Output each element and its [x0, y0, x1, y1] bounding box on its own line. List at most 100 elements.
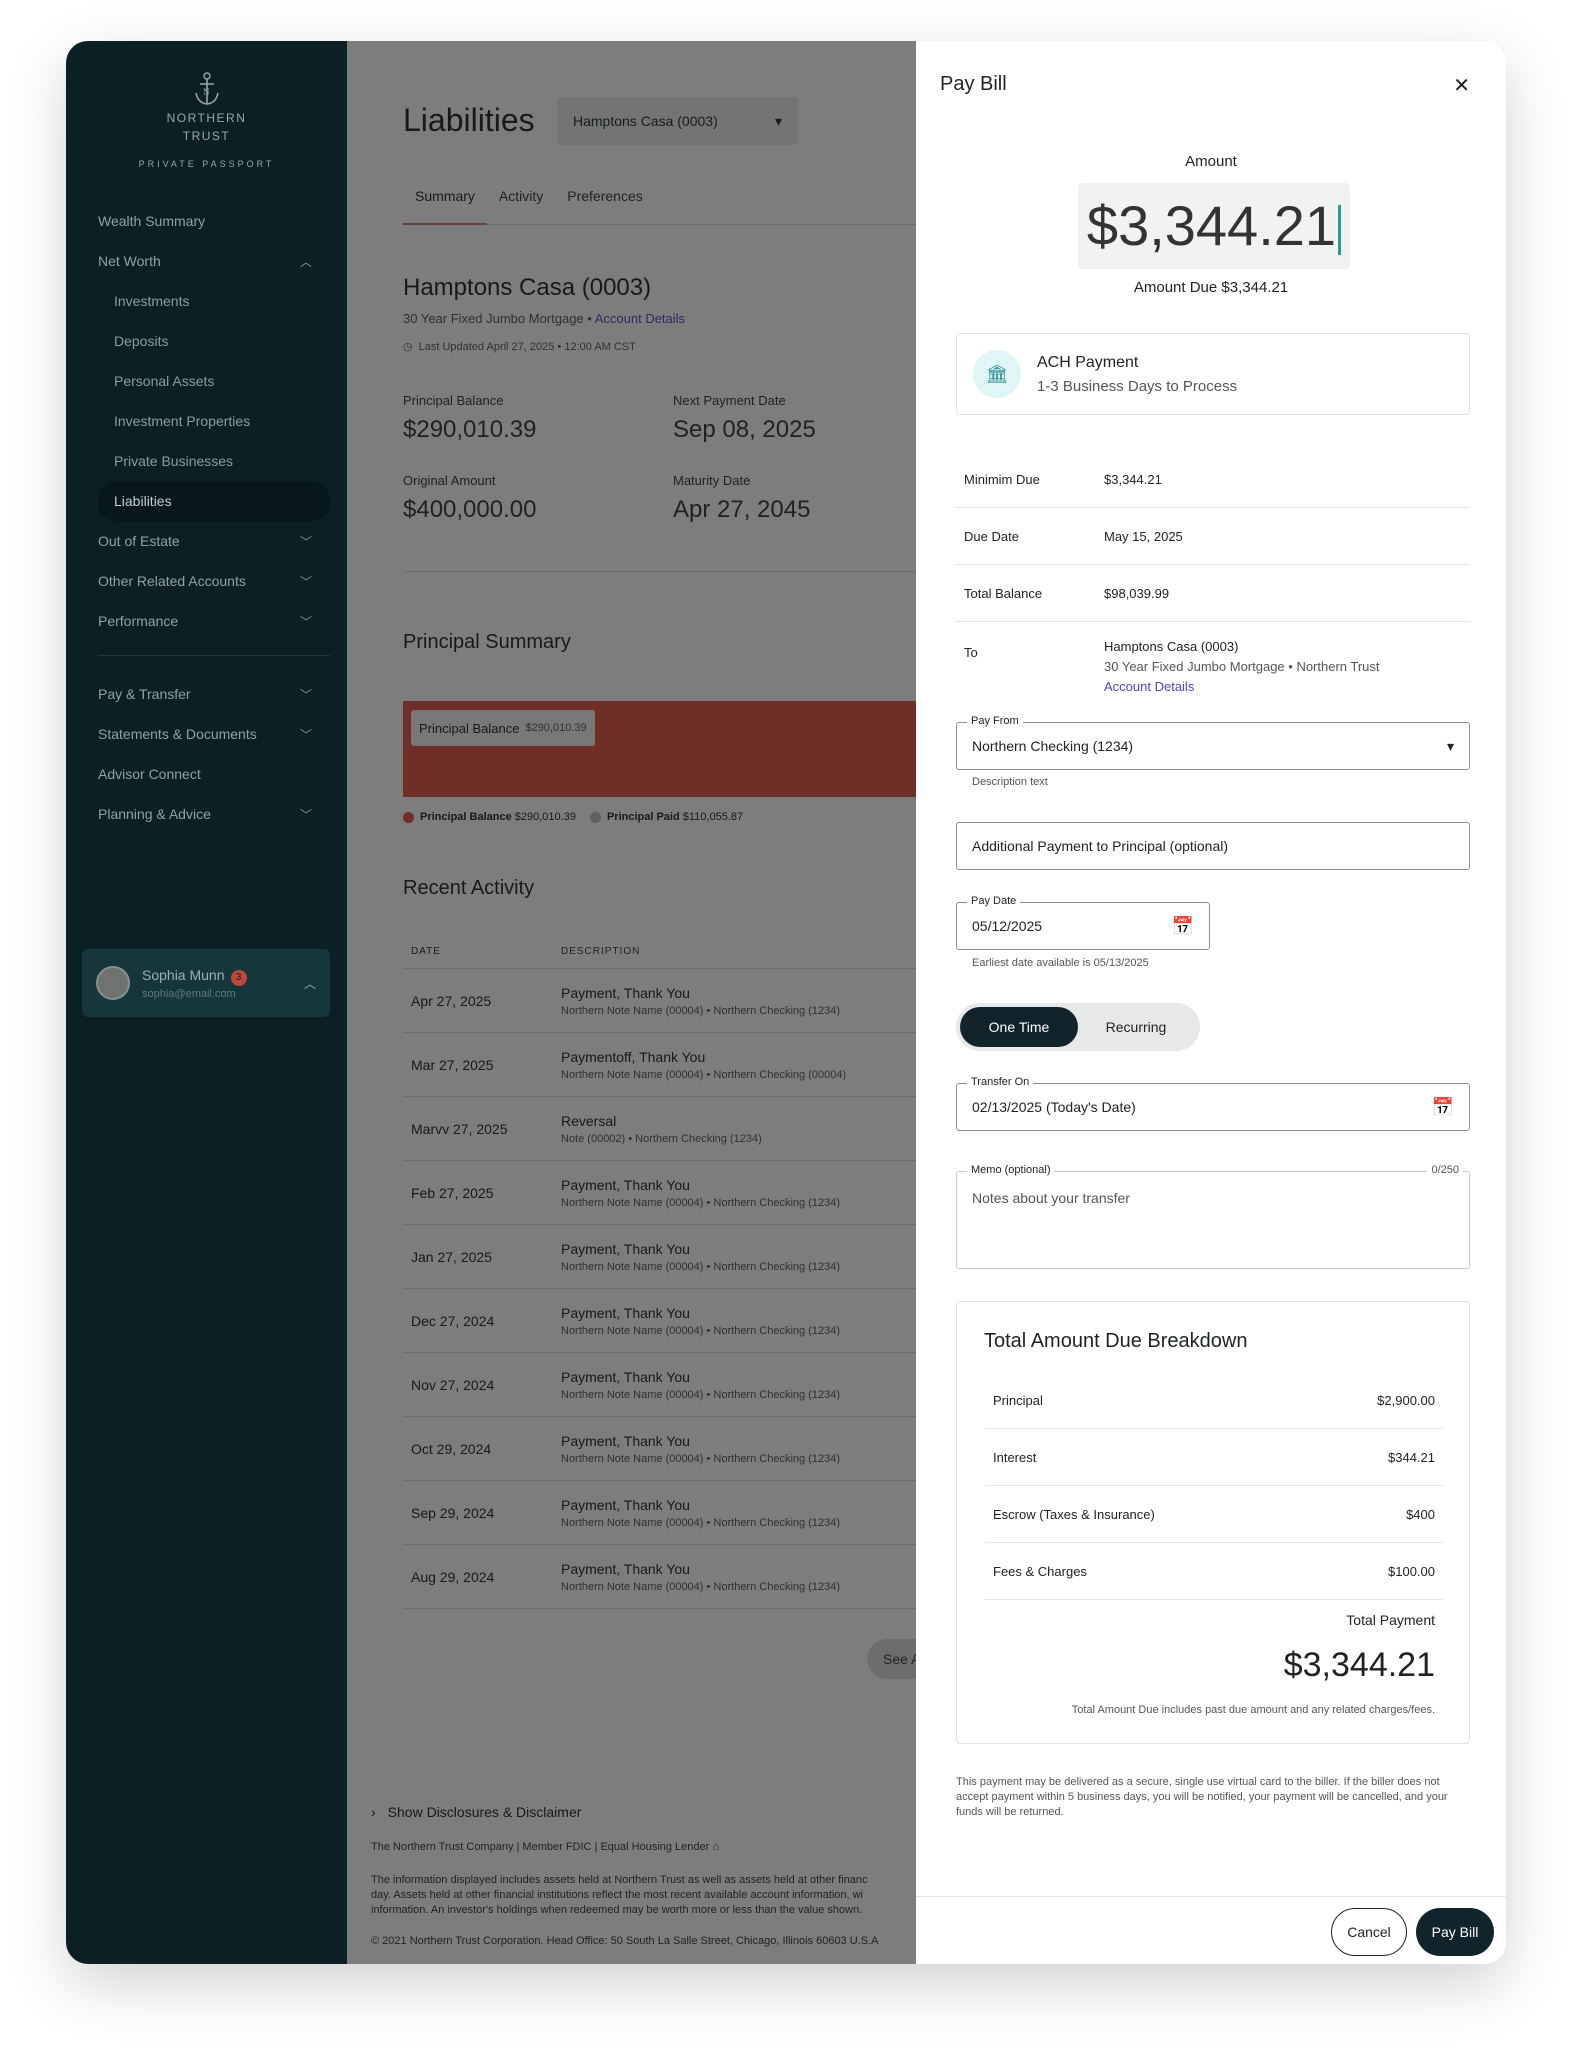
detail-value: Hamptons Casa (0003) 30 Year Fixed Jumbo… — [1104, 639, 1470, 719]
ach-title: ACH Payment — [1037, 353, 1139, 371]
legend-principal-paid: Principal Paid $110,055.87 — [589, 811, 743, 823]
recent-activity-title: Recent Activity — [403, 877, 535, 899]
sidebar-item-other-related-accounts[interactable]: Other Related Accounts ﹀ — [98, 561, 330, 601]
sidebar-item-net-worth[interactable]: Net Worth ︿ — [98, 241, 330, 281]
table-row[interactable]: Nov 27, 2024 Payment, Thank You Northern N… — [403, 1353, 923, 1417]
breakdown-row-fees: Fees & Charges $100.00 — [985, 1543, 1443, 1600]
sidebar-item-investment-properties[interactable]: Investment Properties — [98, 401, 330, 441]
table-row[interactable]: Dec 27, 2024 Payment, Thank You Northern N… — [403, 1289, 923, 1353]
account-type: 30 Year Fixed Jumbo Mortgage — [403, 311, 584, 326]
sidebar-item-label: Deposits — [114, 333, 169, 349]
tab-preferences[interactable]: Preferences — [555, 185, 654, 225]
transfer-on-input[interactable]: Transfer On 02/13/2025 (Today's Date) 📅 — [956, 1076, 1470, 1131]
close-icon[interactable]: ✕ — [1453, 73, 1470, 98]
total-payment-value: $3,344.21 — [1283, 1646, 1435, 1684]
panel-title: Pay Bill — [940, 73, 1007, 95]
to-account-details-link[interactable]: Account Details — [1104, 679, 1470, 694]
activity-date: Apr 27, 2025 — [411, 992, 492, 1009]
calendar-icon[interactable]: 📅 — [1432, 1097, 1454, 1118]
table-row[interactable]: Feb 27, 2025 Payment, Thank You Northern N… — [403, 1161, 923, 1225]
disclosures-toggle[interactable]: › Show Disclosures & Disclaimer — [371, 1804, 581, 1820]
table-row[interactable]: Oct 29, 2024 Payment, Thank You Northern N… — [403, 1417, 923, 1481]
breakdown-note: Total Amount Due includes past due amoun… — [1071, 1704, 1435, 1716]
sidebar-item-label: Personal Assets — [114, 373, 215, 389]
sidebar-item-planning-advice[interactable]: Planning & Advice ﹀ — [98, 794, 330, 834]
cancel-button[interactable]: Cancel — [1331, 1908, 1407, 1956]
next-payment-block: Next Payment Date Sep 08, 2025 — [673, 393, 816, 444]
legend-dot-grey — [589, 811, 601, 823]
table-row[interactable]: Marvv 27, 2025 Reversal Note (00002) • Nor… — [403, 1097, 923, 1161]
sidebar-item-label: Wealth Summary — [98, 213, 206, 229]
additional-payment-input[interactable]: Additional Payment to Principal (optiona… — [956, 822, 1470, 870]
divider — [403, 571, 923, 572]
pay-from-select[interactable]: Pay From Northern Checking (1234) ▾ — [956, 715, 1470, 770]
legal-text: The Northern Trust Company | Member FDIC… — [371, 1841, 710, 1853]
sidebar-item-pay-transfer[interactable]: Pay & Transfer ﹀ — [98, 674, 330, 714]
pay-bill-button[interactable]: Pay Bill — [1416, 1908, 1494, 1956]
user-name: Sophia Munn — [142, 966, 225, 983]
breakdown-value: $2,900.00 — [1377, 1392, 1435, 1408]
activity-detail: Northern Note Name (00004) • Northern Ch… — [561, 1196, 840, 1209]
app-window: N NORTHERN TRUST PRIVATE PASSPORT Wealth… — [66, 41, 1506, 1964]
sidebar-item-performance[interactable]: Performance ﹀ — [98, 601, 330, 641]
user-menu[interactable]: Sophia Munn 3 sophia@email.com ︿ — [82, 949, 330, 1017]
breakdown-value: $400 — [1406, 1506, 1435, 1522]
tab-summary[interactable]: Summary — [403, 185, 487, 225]
sidebar-item-advisor-connect[interactable]: Advisor Connect — [98, 754, 330, 794]
detail-row-minimum-due: Minimim Due $3,344.21 — [956, 451, 1470, 508]
account-details-link[interactable]: Account Details — [595, 311, 685, 326]
sidebar-item-personal-assets[interactable]: Personal Assets — [98, 361, 330, 401]
one-time-option[interactable]: One Time — [960, 1007, 1078, 1047]
table-row[interactable]: Apr 27, 2025 Payment, Thank You Northern N… — [403, 969, 923, 1033]
equal-housing-icon: ⌂ — [712, 1841, 720, 1853]
activity-detail: Northern Note Name (00004) • Northern Ch… — [561, 1516, 840, 1529]
breakdown-value: $100.00 — [1388, 1563, 1435, 1579]
svg-text:N: N — [203, 87, 210, 97]
account-title: Hamptons Casa (0003) — [403, 274, 652, 301]
legend-dot-red — [403, 811, 414, 823]
chevron-right-icon: › — [371, 1804, 376, 1820]
tab-activity[interactable]: Activity — [487, 185, 555, 225]
sidebar-item-label: Net Worth — [98, 253, 161, 269]
sidebar-nav: Wealth Summary Net Worth ︿ Investments De… — [98, 201, 330, 834]
table-row[interactable]: Aug 29, 2024 Payment, Thank You Northern N… — [403, 1545, 923, 1609]
legend-principal-balance: Principal Balance $290,010.39 — [403, 811, 576, 823]
caret-down-icon: ▾ — [1446, 737, 1454, 754]
sidebar-item-investments[interactable]: Investments — [98, 281, 330, 321]
sidebar-item-label: Planning & Advice — [98, 806, 211, 822]
next-payment-label: Next Payment Date — [673, 393, 786, 408]
next-payment-value: Sep 08, 2025 — [673, 416, 816, 443]
activity-date: Sep 29, 2024 — [411, 1504, 495, 1521]
account-select[interactable]: Hamptons Casa (0003) ▾ — [557, 97, 798, 145]
memo-textarea[interactable]: Memo (optional) 0/250 Notes about your t… — [956, 1164, 1470, 1269]
sidebar-item-private-businesses[interactable]: Private Businesses — [98, 441, 330, 481]
sidebar-item-out-of-estate[interactable]: Out of Estate ﹀ — [98, 521, 330, 561]
calendar-icon[interactable]: 📅 — [1172, 916, 1194, 937]
notification-badge: 3 — [230, 969, 247, 986]
sidebar-item-liabilities[interactable]: Liabilities — [98, 481, 330, 521]
original-amount-label: Original Amount — [403, 473, 496, 488]
table-row[interactable]: Jan 27, 2025 Payment, Thank You Northern N… — [403, 1225, 923, 1289]
principal-summary-title: Principal Summary — [403, 631, 571, 653]
memo-placeholder: Notes about your transfer — [972, 1190, 1130, 1206]
maturity-date-block: Maturity Date Apr 27, 2045 — [673, 473, 810, 524]
col-description: DESCRIPTION — [561, 946, 641, 957]
sidebar-item-wealth-summary[interactable]: Wealth Summary — [98, 201, 330, 241]
activity-detail: Northern Note Name (00004) • Northern Ch… — [561, 1004, 840, 1017]
recurring-option[interactable]: Recurring — [1078, 1007, 1194, 1047]
sidebar-item-statements-documents[interactable]: Statements & Documents ﹀ — [98, 714, 330, 754]
legend-value: $290,010.39 — [514, 811, 576, 823]
table-row[interactable]: Mar 27, 2025 Paymentoff, Thank You Norther… — [403, 1033, 923, 1097]
sidebar-item-deposits[interactable]: Deposits — [98, 321, 330, 361]
activity-title: Payment, Thank You — [561, 1240, 690, 1257]
activity-title: Payment, Thank You — [561, 1176, 690, 1193]
table-row[interactable]: Sep 29, 2024 Payment, Thank You Northern N… — [403, 1481, 923, 1545]
breakdown-row-interest: Interest $344.21 — [985, 1429, 1443, 1486]
amount-input[interactable]: $3,344.21 — [1078, 183, 1350, 269]
brand-name-line1: NORTHERN — [166, 111, 247, 125]
bank-transfer-icon: 🏛 — [973, 350, 1021, 398]
pay-date-label: Pay Date — [967, 895, 1021, 907]
pay-date-input[interactable]: Pay Date 05/12/2025 📅 — [956, 895, 1210, 950]
brand-logo[interactable]: N NORTHERN TRUST PRIVATE PASSPORT — [66, 71, 347, 169]
ach-payment-card[interactable]: 🏛 ACH Payment 1-3 Business Days to Proce… — [956, 333, 1470, 415]
